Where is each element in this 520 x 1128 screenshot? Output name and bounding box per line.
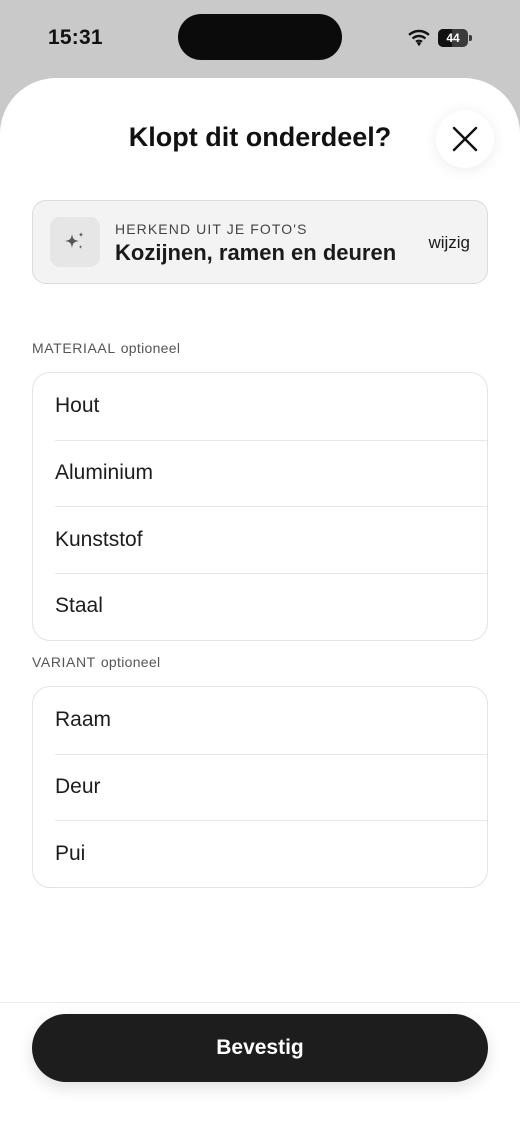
option-variant-raam[interactable]: Raam xyxy=(33,687,487,754)
material-option-list: Hout Aluminium Kunststof Staal xyxy=(32,372,488,641)
sparkle-icon xyxy=(65,232,84,249)
option-material-staal[interactable]: Staal xyxy=(33,573,487,640)
option-variant-deur[interactable]: Deur xyxy=(33,753,487,821)
option-variant-pui[interactable]: Pui xyxy=(33,820,487,887)
close-icon xyxy=(452,126,478,152)
option-material-hout[interactable]: Hout xyxy=(33,373,487,440)
material-optional-label: optioneel xyxy=(120,340,181,356)
status-bar: 15:31 44 xyxy=(0,0,520,78)
confirm-button[interactable]: Bevestig xyxy=(32,1014,488,1082)
battery-level: 44 xyxy=(446,31,460,45)
variant-section-label: VARIANT optioneel xyxy=(32,654,160,670)
recognized-value: Kozijnen, ramen en deuren xyxy=(115,240,397,265)
variant-label: VARIANT xyxy=(32,654,96,670)
material-label: MATERIAAL xyxy=(32,340,116,356)
option-material-aluminium[interactable]: Aluminium xyxy=(33,439,487,507)
variant-option-list: Raam Deur Pui xyxy=(32,686,488,889)
change-link[interactable]: wijzig xyxy=(428,233,470,253)
variant-optional-label: optioneel xyxy=(100,654,161,670)
material-section-label: MATERIAAL optioneel xyxy=(32,340,180,356)
dynamic-island xyxy=(178,14,342,60)
recognized-part-card: HERKEND UIT JE FOTO'S Kozijnen, ramen en… xyxy=(32,200,488,284)
bottom-sheet: Klopt dit onderdeel? HERKEND UIT JE FOTO… xyxy=(0,78,520,1128)
battery-icon: 44 xyxy=(438,29,472,47)
wifi-icon xyxy=(408,29,430,47)
footer-divider xyxy=(0,1002,520,1003)
option-material-kunststof[interactable]: Kunststof xyxy=(33,506,487,573)
recognized-caption: HERKEND UIT JE FOTO'S xyxy=(115,221,308,237)
sparkle-icon-box xyxy=(50,217,100,267)
status-time: 15:31 xyxy=(48,26,103,49)
close-button[interactable] xyxy=(436,110,494,168)
